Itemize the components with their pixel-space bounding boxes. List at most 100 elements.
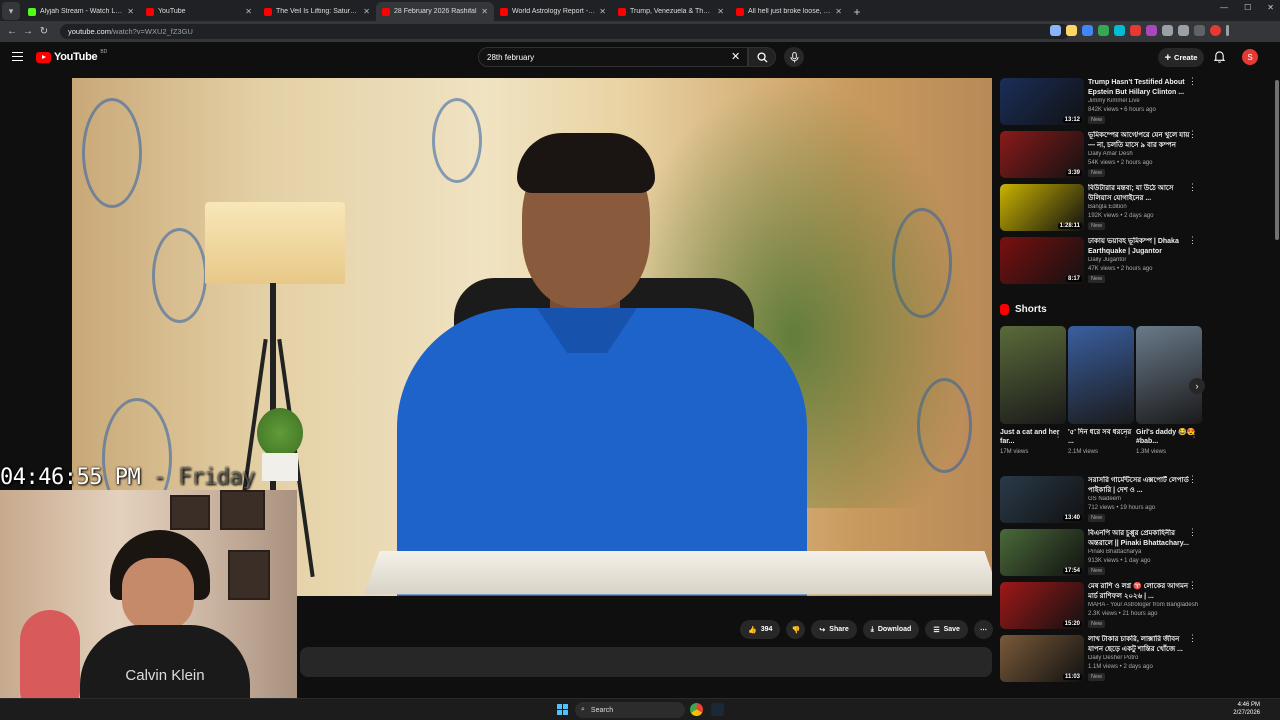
browser-tab[interactable]: Alyjah Stream - Watch Live on✕ bbox=[22, 2, 140, 21]
reload-icon[interactable]: ↻ bbox=[36, 26, 52, 37]
kebab-menu-icon[interactable]: ⋮ bbox=[1188, 236, 1197, 245]
kebab-menu-icon[interactable]: ⋮ bbox=[1122, 430, 1130, 439]
recommended-video[interactable]: 11:03 লাখ টাকার চাকরি, লাক্সারি জীবন যাপন… bbox=[1000, 634, 1205, 685]
notifications-bell-icon[interactable] bbox=[1214, 50, 1225, 63]
video-thumbnail[interactable]: 8:17 bbox=[1000, 237, 1084, 284]
tab-close-icon[interactable]: ✕ bbox=[363, 7, 370, 16]
taskbar-search[interactable]: ⌕ Search bbox=[575, 702, 685, 718]
channel-name[interactable]: Bangla Edition bbox=[1088, 204, 1198, 210]
address-bar[interactable]: youtube.com/watch?v=WXU2_fZ3GU bbox=[60, 24, 1070, 39]
back-icon[interactable]: ← bbox=[4, 26, 20, 37]
channel-name[interactable]: Pinaki Bhattacharya bbox=[1088, 549, 1198, 555]
create-button[interactable]: + Create bbox=[1158, 48, 1204, 67]
video-thumbnail[interactable]: 11:03 bbox=[1000, 635, 1084, 682]
maximize-icon[interactable]: ☐ bbox=[1244, 3, 1251, 12]
recommended-video[interactable]: 13:12 Trump Hasn't Testified About Epstei… bbox=[1000, 77, 1205, 128]
tab-close-icon[interactable]: ✕ bbox=[599, 7, 606, 16]
kebab-menu-icon[interactable]: ⋮ bbox=[1188, 77, 1197, 86]
taskbar-clock[interactable]: 4:46 PM 2/27/2026 bbox=[1220, 701, 1260, 717]
browser-tab[interactable]: All hell just broke loose, - YouT✕ bbox=[730, 2, 848, 21]
scrollbar-thumb[interactable] bbox=[1275, 80, 1279, 240]
kebab-menu-icon[interactable]: ⋮ bbox=[1190, 430, 1198, 439]
extension-icon[interactable] bbox=[1082, 25, 1093, 36]
new-tab-button[interactable]: + bbox=[848, 2, 866, 21]
recommended-video[interactable]: 3:39 ভূমিকম্পের আগে/পরে যেন খুলে যায়— না… bbox=[1000, 130, 1205, 181]
video-title[interactable]: Trump Hasn't Testified About Epstein But… bbox=[1088, 78, 1193, 97]
video-thumbnail[interactable]: 13:12 bbox=[1000, 78, 1084, 125]
kebab-menu-icon[interactable]: ⋮ bbox=[1188, 581, 1197, 590]
short-thumbnail[interactable] bbox=[1136, 326, 1202, 424]
extension-icon[interactable] bbox=[1146, 25, 1157, 36]
chrome-icon[interactable] bbox=[690, 703, 703, 716]
video-title[interactable]: বিউটারার মন্তব্য; যা উঠে আসে উলিয়াস যোগ… bbox=[1088, 184, 1193, 203]
tab-close-icon[interactable]: ✕ bbox=[717, 7, 724, 16]
steam-icon[interactable] bbox=[711, 703, 724, 716]
extension-icon[interactable] bbox=[1114, 25, 1125, 36]
puzzle-icon[interactable] bbox=[1178, 25, 1189, 36]
windows-start-icon[interactable] bbox=[557, 704, 568, 715]
video-title[interactable]: ভূমিকম্পের আগে/পরে যেন খুলে যায়— না, চল… bbox=[1088, 131, 1193, 150]
recommended-video[interactable]: 17:54 বিএনপি আর চুপ্পুর প্রেমকাহিনীর অন্ত… bbox=[1000, 528, 1205, 579]
video-thumbnail[interactable]: 13:40 bbox=[1000, 476, 1084, 523]
tab-search-button[interactable]: ▾ bbox=[2, 2, 20, 20]
browser-tab[interactable]: The Veil Is Lifting: Saturn-Nept ✕ bbox=[258, 2, 376, 21]
more-actions-button[interactable]: ⋯ bbox=[973, 620, 993, 639]
youtube-logo[interactable]: YouTube BD bbox=[36, 49, 107, 63]
extension-icon[interactable] bbox=[1130, 25, 1141, 36]
video-title[interactable]: সরাসরি গার্মেন্টসের এক্সপোর্ট লেপার্ড পা… bbox=[1088, 476, 1193, 495]
like-button[interactable]: 👍 394 bbox=[740, 620, 781, 639]
tab-close-icon[interactable]: ✕ bbox=[127, 7, 134, 16]
bookmark-star-icon[interactable] bbox=[1066, 25, 1077, 36]
recommended-video[interactable]: 1:28:11 বিউটারার মন্তব্য; যা উঠে আসে উলিয… bbox=[1000, 183, 1205, 234]
video-thumbnail[interactable]: 1:28:11 bbox=[1000, 184, 1084, 231]
channel-name[interactable]: Jimmy Kimmel Live bbox=[1088, 98, 1198, 104]
close-icon[interactable]: ✕ bbox=[1267, 3, 1274, 12]
cast-icon[interactable] bbox=[1050, 25, 1061, 36]
channel-name[interactable]: MAHA - Your Astrologer from Bangladesh bbox=[1088, 602, 1198, 608]
clear-search-icon[interactable]: ✕ bbox=[731, 50, 740, 63]
video-title[interactable]: ঢাকায় ভয়াবহ ভূমিকম্প | Dhaka Earthquak… bbox=[1088, 237, 1193, 256]
save-button[interactable]: ☰ Save bbox=[925, 620, 968, 639]
kebab-menu-icon[interactable]: ⋮ bbox=[1054, 430, 1062, 439]
shorts-next-button[interactable]: › bbox=[1189, 378, 1205, 394]
hamburger-menu-icon[interactable] bbox=[12, 52, 23, 61]
short-thumbnail[interactable] bbox=[1000, 326, 1066, 424]
browser-tab[interactable]: World Astrology Report - YouTu ✕ bbox=[494, 2, 612, 21]
recommended-video[interactable]: 13:40 সরাসরি গার্মেন্টসের এক্সপোর্ট লেপার… bbox=[1000, 475, 1205, 526]
dislike-button[interactable]: 👎 bbox=[786, 620, 806, 639]
video-thumbnail[interactable]: 3:39 bbox=[1000, 131, 1084, 178]
search-input[interactable]: 28th february bbox=[478, 47, 748, 67]
kebab-menu-icon[interactable] bbox=[1226, 25, 1229, 36]
avatar[interactable]: S bbox=[1242, 49, 1258, 65]
description-box[interactable] bbox=[300, 647, 992, 677]
video-title[interactable]: লাখ টাকার চাকরি, লাক্সারি জীবন যাপন ছেড়… bbox=[1088, 635, 1193, 654]
channel-name[interactable]: Daily Desher Potro bbox=[1088, 655, 1198, 661]
voice-search-button[interactable] bbox=[784, 47, 804, 67]
kebab-menu-icon[interactable]: ⋮ bbox=[1188, 183, 1197, 192]
forward-icon[interactable]: → bbox=[20, 26, 36, 37]
channel-name[interactable]: GS Nadeem bbox=[1088, 496, 1198, 502]
extension-icon[interactable] bbox=[1098, 25, 1109, 36]
kebab-menu-icon[interactable]: ⋮ bbox=[1188, 475, 1197, 484]
extension-icon[interactable] bbox=[1162, 25, 1173, 36]
video-thumbnail[interactable]: 17:54 bbox=[1000, 529, 1084, 576]
short-item[interactable]: '৫' দিন ধরে সব ধরনের ... 2.1M views ⋮ bbox=[1068, 326, 1134, 455]
sidebar-icon[interactable] bbox=[1194, 25, 1205, 36]
minimize-icon[interactable]: — bbox=[1220, 3, 1228, 12]
channel-name[interactable]: Daily Jugantor bbox=[1088, 257, 1198, 263]
browser-tab[interactable]: 28 February 2026 Rashifal ✕ bbox=[376, 2, 494, 21]
tab-close-icon[interactable]: ✕ bbox=[245, 7, 252, 16]
tab-close-icon[interactable]: ✕ bbox=[481, 7, 488, 16]
kebab-menu-icon[interactable]: ⋮ bbox=[1188, 634, 1197, 643]
short-thumbnail[interactable] bbox=[1068, 326, 1134, 424]
tab-close-icon[interactable]: ✕ bbox=[835, 7, 842, 16]
channel-name[interactable]: Daily Amar Desh bbox=[1088, 151, 1198, 157]
video-title[interactable]: বিএনপি আর চুপ্পুর প্রেমকাহিনীর অন্তরালে … bbox=[1088, 529, 1193, 548]
video-title[interactable]: মেষ রাশি ও লগ্ন ♈ লোকের আগমন মার্চ রাশিফ… bbox=[1088, 582, 1193, 601]
video-thumbnail[interactable]: 15:20 bbox=[1000, 582, 1084, 629]
profile-icon[interactable] bbox=[1210, 25, 1221, 36]
download-button[interactable]: ⤓ Download bbox=[862, 620, 920, 639]
search-button[interactable] bbox=[748, 47, 776, 67]
kebab-menu-icon[interactable]: ⋮ bbox=[1188, 528, 1197, 537]
recommended-video[interactable]: 15:20 মেষ রাশি ও লগ্ন ♈ লোকের আগমন মার্চ … bbox=[1000, 581, 1205, 632]
